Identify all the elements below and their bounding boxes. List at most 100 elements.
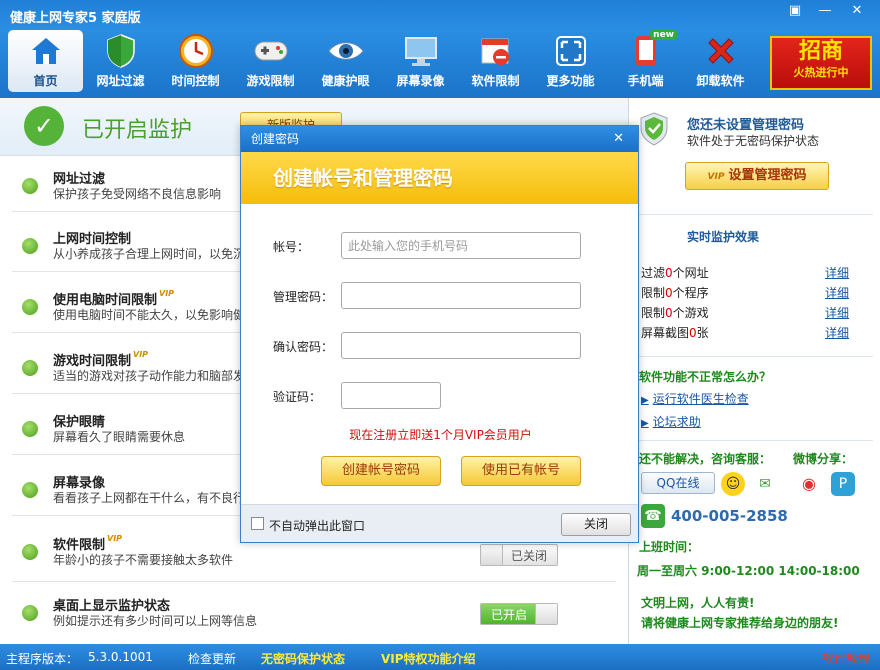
window-controls: ▣ — ✕ (782, 2, 872, 20)
close-icon[interactable]: ✕ (842, 2, 872, 20)
toolbar-screen-record[interactable]: 屏幕录像 (383, 30, 458, 92)
promo-banner[interactable]: 招商 火热进行中 (770, 36, 872, 90)
confirm-password-label: 确认密码： (273, 340, 334, 354)
info-panel: 您还未设置管理密码 软件处于无密码保护状态 VIP 设置管理密码 实时监护效果 过… (628, 98, 880, 644)
toolbar-more[interactable]: 更多功能 (533, 30, 608, 92)
app-title: 健康上网专家5 家庭版 (10, 11, 141, 26)
uninstall-icon (701, 32, 741, 70)
toolbar-label: 软件限制 (471, 74, 520, 88)
confirm-password-input[interactable] (341, 332, 581, 359)
toolbar-time-control[interactable]: 时间控制 (158, 30, 233, 92)
set-password-button[interactable]: VIP 设置管理密码 (685, 162, 829, 190)
tutorial-link[interactable]: 软件教程 (822, 650, 870, 667)
divider (635, 356, 873, 357)
tencent-weibo-icon[interactable]: P (831, 472, 855, 496)
no-password-title: 您还未设置管理密码 (687, 118, 805, 133)
toolbar-label: 时间控制 (171, 74, 220, 88)
stat-limited-games: 限制0个游戏 (641, 306, 709, 320)
consult-label: 还不能解决，咨询客服： (639, 452, 772, 466)
forum-link[interactable]: ▶ 论坛求助 (641, 413, 701, 430)
password-input[interactable] (341, 282, 581, 309)
feature-desc: 年龄小的孩子不需要接触太多软件 (53, 553, 234, 567)
minimize-icon[interactable]: — (812, 2, 838, 20)
toolbar-url-filter[interactable]: 网址过滤 (83, 30, 158, 92)
toolbar-label: 屏幕录像 (396, 74, 445, 88)
help-title: 软件功能不正常怎么办？ (639, 370, 772, 384)
vip-badge: VIP (707, 172, 725, 182)
hotline-number: 400-005-2858 (671, 507, 788, 525)
detail-link[interactable]: 详细 (825, 304, 849, 321)
account-label: 帐号： (273, 240, 310, 254)
home-icon (26, 32, 66, 70)
desktop-status-toggle[interactable]: 已开启 (480, 603, 558, 625)
toolbar-home[interactable]: 首页 (8, 30, 83, 92)
toolbar-label: 手机端 (627, 74, 664, 88)
account-input[interactable] (341, 232, 581, 259)
status-dot-icon (22, 544, 38, 560)
feature-desc: 保护孩子免受网络不良信息影响 (53, 187, 222, 201)
qq-online-button[interactable]: QQ在线 (641, 472, 715, 494)
toolbar-game-limit[interactable]: 游戏限制 (233, 30, 308, 92)
toggle-knob (535, 604, 557, 624)
toolbar-label: 首页 (33, 74, 58, 88)
toolbar-software-limit[interactable]: 软件限制 (458, 30, 533, 92)
dialog-banner: 创建帐号和管理密码 (241, 152, 638, 204)
toolbar-uninstall[interactable]: 卸载软件 (683, 30, 758, 92)
monitor-icon (401, 32, 441, 70)
new-badge: new (650, 30, 677, 40)
software-limit-toggle[interactable]: 已关闭 (480, 544, 558, 566)
stat-screenshots: 屏幕截图0张 (641, 326, 709, 340)
version-label: 主程序版本： (6, 652, 79, 666)
expand-icon (551, 32, 591, 70)
no-password-subtitle: 软件处于无密码保护状态 (687, 134, 820, 148)
divider (635, 214, 873, 215)
feature-desc: 适当的游戏对孩子动作能力和脑部发 (53, 369, 246, 383)
toolbar-mobile[interactable]: new 手机端 (608, 30, 683, 92)
detail-link[interactable]: 详细 (825, 284, 849, 301)
set-password-label: 设置管理密码 (728, 168, 807, 183)
use-existing-account-button[interactable]: 使用已有帐号 (461, 456, 581, 486)
toggle-label: 已关闭 (511, 549, 548, 563)
status-text: 已开启监护 (82, 118, 193, 143)
promo-subtitle: 火热进行中 (793, 66, 849, 79)
main-toolbar: 首页 网址过滤 时间控制 游戏限制 健康护眼 屏幕录像 软件限制 更多功能 ne… (8, 30, 758, 92)
shield-icon (639, 112, 669, 146)
mail-icon[interactable]: ✉ (753, 472, 777, 496)
vip-intro-link[interactable]: VIP特权功能介绍 (381, 650, 476, 667)
status-dot-icon (22, 238, 38, 254)
promo-title: 招商 (798, 39, 843, 64)
close-button[interactable]: 关闭 (561, 513, 631, 536)
vip-promo-text: 现在注册立即送1个月VIP会员用户 (349, 428, 532, 442)
status-dot-icon (22, 421, 38, 437)
detail-link[interactable]: 详细 (825, 324, 849, 341)
no-password-status-link[interactable]: 无密码保护状态 (261, 650, 345, 667)
divider (635, 440, 873, 441)
create-account-button[interactable]: 创建帐号密码 (321, 456, 441, 486)
slogan: 文明上网，人人有责! (641, 596, 755, 610)
feature-desc: 例如提示还有多少时间可以上网等信息 (53, 614, 258, 628)
check-update-link[interactable]: 检查更新 (188, 650, 236, 667)
skin-icon[interactable]: ▣ (782, 2, 808, 20)
eye-icon (326, 32, 366, 70)
no-popup-label[interactable]: 不自动弹出此窗口 (269, 517, 365, 534)
close-icon[interactable]: ✕ (613, 126, 624, 152)
sina-weibo-icon[interactable]: ◉ (797, 472, 821, 496)
stat-filtered-urls: 过滤0个网址 (641, 266, 709, 280)
status-bar: 主程序版本： 5.3.0.1001 检查更新 无密码保护状态 VIP特权功能介绍… (0, 644, 880, 670)
gamepad-icon (251, 32, 291, 70)
clock-icon (176, 32, 216, 70)
worktime-value: 周一至周六 9:00-12:00 14:00-18:00 (637, 564, 860, 578)
create-password-dialog: 创建密码 ✕ 创建帐号和管理密码 帐号： 管理密码： 确认密码： 验证码： 现在… (240, 125, 639, 543)
feature-desc: 屏幕看久了眼睛需要休息 (53, 430, 186, 444)
toggle-label: 已开启 (491, 608, 528, 622)
arrow-right-icon: ▶ (641, 418, 649, 429)
toggle-knob (481, 545, 503, 565)
smiley-icon[interactable]: ☺ (721, 472, 745, 496)
check-icon: ✓ (24, 106, 64, 146)
toolbar-eye-care[interactable]: 健康护眼 (308, 30, 383, 92)
run-doctor-link[interactable]: ▶ 运行软件医生检查 (641, 390, 749, 407)
vip-badge: VIP (107, 534, 123, 543)
no-popup-checkbox[interactable] (251, 517, 264, 530)
detail-link[interactable]: 详细 (825, 264, 849, 281)
captcha-input[interactable] (341, 382, 441, 409)
